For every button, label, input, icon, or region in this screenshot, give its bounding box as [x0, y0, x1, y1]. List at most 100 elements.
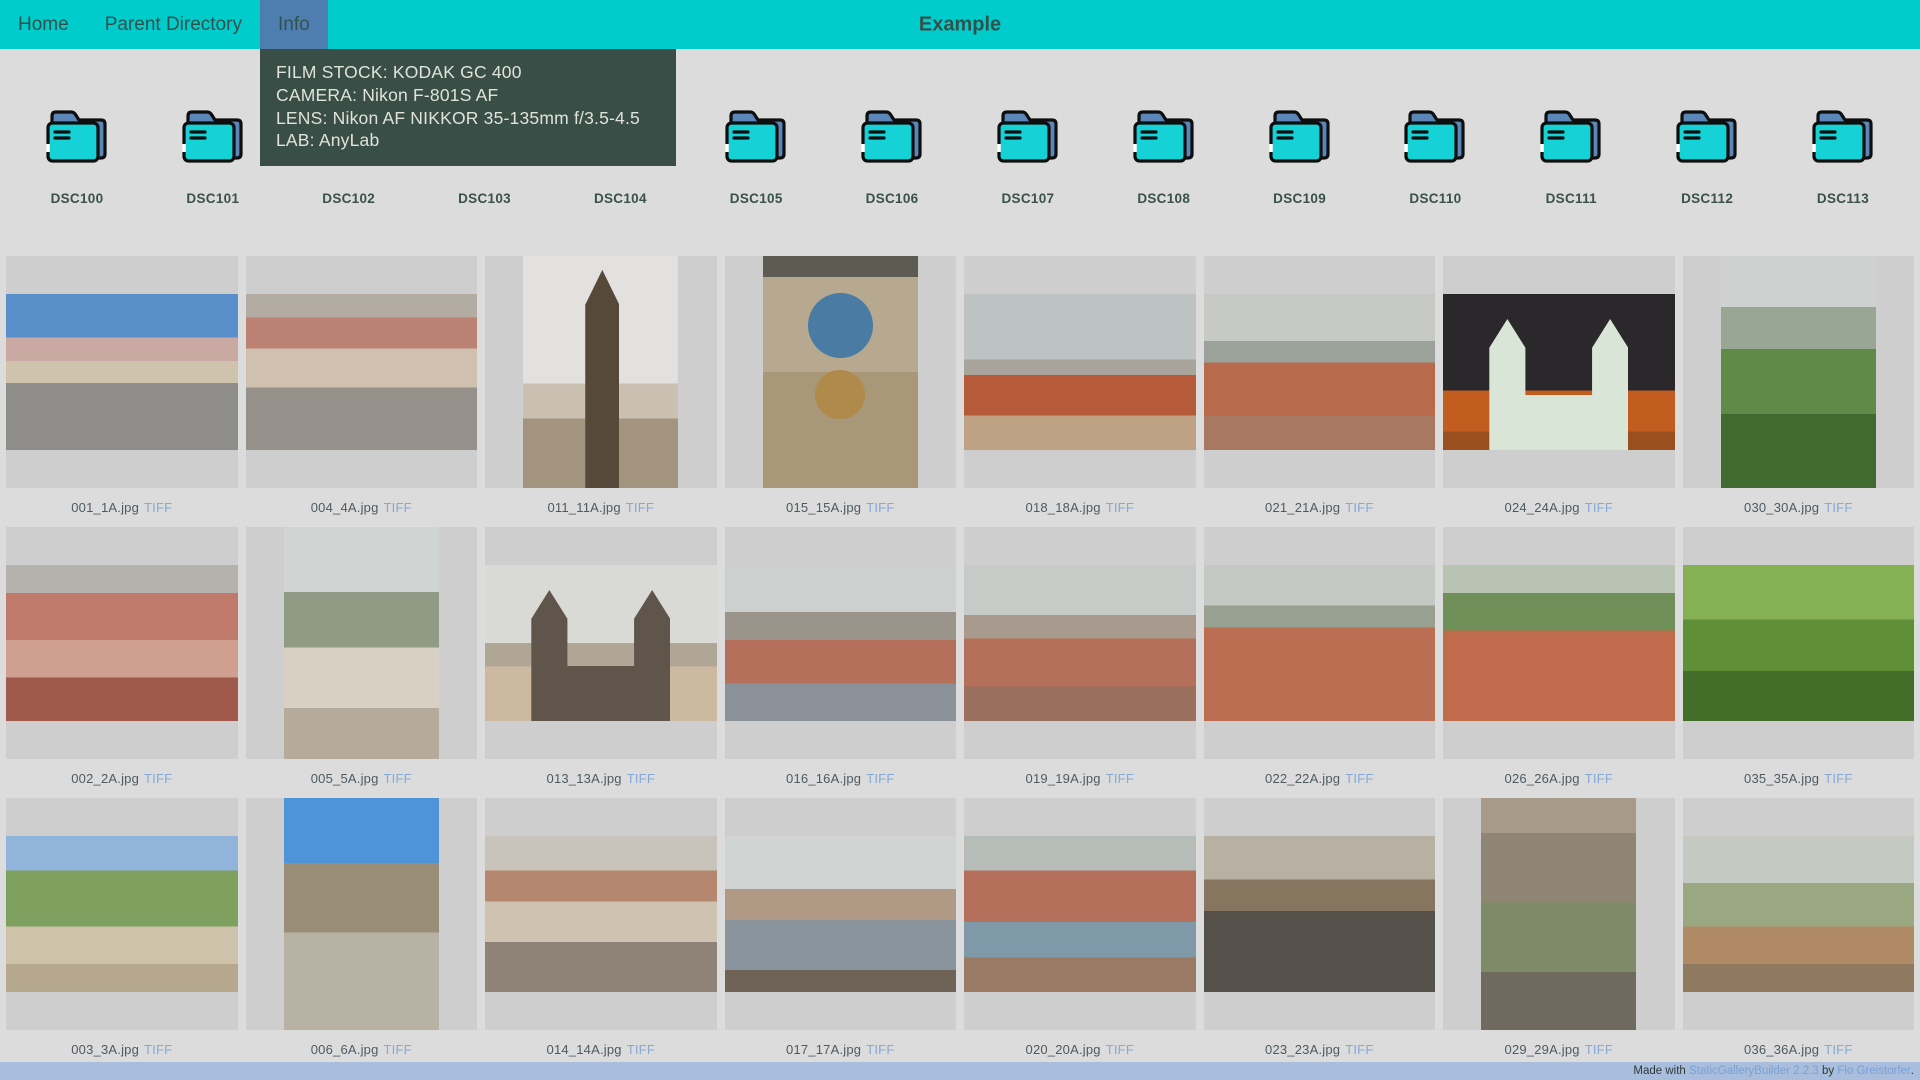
folder-label: DSC103 [458, 191, 511, 206]
photo-thumbnail-035_35a[interactable] [1683, 565, 1915, 721]
photo-cell: 018_18A.jpg TIFF [964, 256, 1196, 527]
info-line: FILM STOCK: KODAK GC 400 [276, 61, 660, 84]
top-nav: HomeParent DirectoryInfo Example [0, 0, 1920, 49]
tiff-link[interactable]: TIFF [144, 500, 172, 515]
folder-item-dsc113[interactable]: DSC113 [1806, 107, 1880, 206]
folder-item-dsc112[interactable]: DSC112 [1670, 107, 1744, 206]
photo-thumbnail-015_15a[interactable] [763, 256, 918, 488]
photo-thumbnail-022_22a[interactable] [1204, 565, 1436, 721]
photo-filename: 015_15A.jpg [786, 500, 861, 515]
photo-thumbnail-013_13a[interactable] [485, 565, 717, 721]
info-dropdown-panel: FILM STOCK: KODAK GC 400CAMERA: Nikon F-… [260, 49, 676, 166]
nav-item-home[interactable]: Home [0, 0, 87, 49]
photo-thumbnail-002_2a[interactable] [6, 565, 238, 721]
tiff-link[interactable]: TIFF [384, 1042, 412, 1057]
photo-thumbnail-011_11a[interactable] [523, 256, 678, 488]
photo-caption: 030_30A.jpg TIFF [1683, 488, 1915, 527]
folder-item-dsc107[interactable]: DSC107 [991, 107, 1065, 206]
photo-tile [485, 527, 717, 759]
photo-thumbnail-018_18a[interactable] [964, 294, 1196, 450]
folder-icon [1267, 107, 1333, 165]
photo-filename: 003_3A.jpg [71, 1042, 139, 1057]
photo-thumbnail-001_1a[interactable] [6, 294, 238, 450]
tiff-link[interactable]: TIFF [1345, 771, 1373, 786]
tiff-link[interactable]: TIFF [1106, 1042, 1134, 1057]
photo-thumbnail-026_26a[interactable] [1443, 565, 1675, 721]
photo-filename: 024_24A.jpg [1505, 500, 1580, 515]
photo-thumbnail-016_16a[interactable] [725, 565, 957, 721]
tiff-link[interactable]: TIFF [1824, 771, 1852, 786]
tiff-link[interactable]: TIFF [627, 1042, 655, 1057]
photo-thumbnail-036_36a[interactable] [1683, 836, 1915, 992]
tiff-link[interactable]: TIFF [1345, 1042, 1373, 1057]
photo-tile [1683, 798, 1915, 1030]
nav-item-parent-directory[interactable]: Parent Directory [87, 0, 260, 49]
photo-thumbnail-005_5a[interactable] [284, 527, 439, 759]
footer-text-prefix: Made with [1633, 1065, 1689, 1077]
photo-thumbnail-020_20a[interactable] [964, 836, 1196, 992]
tiff-link[interactable]: TIFF [866, 500, 894, 515]
tiff-link[interactable]: TIFF [1585, 771, 1613, 786]
tiff-link[interactable]: TIFF [1824, 1042, 1852, 1057]
folder-label: DSC106 [866, 191, 919, 206]
photo-thumbnail-006_6a[interactable] [284, 798, 439, 1030]
photo-cell: 014_14A.jpg TIFF [485, 798, 717, 1069]
photo-thumbnail-021_21a[interactable] [1204, 294, 1436, 450]
folder-item-dsc108[interactable]: DSC108 [1127, 107, 1201, 206]
photo-caption: 018_18A.jpg TIFF [964, 488, 1196, 527]
photo-filename: 013_13A.jpg [547, 771, 622, 786]
photo-filename: 004_4A.jpg [311, 500, 379, 515]
photo-caption: 026_26A.jpg TIFF [1443, 759, 1675, 798]
tiff-link[interactable]: TIFF [866, 1042, 894, 1057]
photo-cell: 035_35A.jpg TIFF [1683, 527, 1915, 798]
photo-filename: 006_6A.jpg [311, 1042, 379, 1057]
folder-item-dsc111[interactable]: DSC111 [1534, 107, 1608, 206]
photo-tile [725, 256, 957, 488]
tiff-link[interactable]: TIFF [627, 771, 655, 786]
tiff-link[interactable]: TIFF [144, 771, 172, 786]
folder-item-dsc105[interactable]: DSC105 [719, 107, 793, 206]
tiff-link[interactable]: TIFF [1585, 500, 1613, 515]
photo-cell: 003_3A.jpg TIFF [6, 798, 238, 1069]
tiff-link[interactable]: TIFF [1106, 771, 1134, 786]
photo-cell: 022_22A.jpg TIFF [1204, 527, 1436, 798]
tiff-link[interactable]: TIFF [144, 1042, 172, 1057]
tiff-link[interactable]: TIFF [1585, 1042, 1613, 1057]
photo-caption: 016_16A.jpg TIFF [725, 759, 957, 798]
photo-caption: 004_4A.jpg TIFF [246, 488, 478, 527]
photo-filename: 021_21A.jpg [1265, 500, 1340, 515]
tiff-link[interactable]: TIFF [1106, 500, 1134, 515]
photo-thumbnail-030_30a[interactable] [1721, 256, 1876, 488]
photo-thumbnail-023_23a[interactable] [1204, 836, 1436, 992]
photo-cell: 029_29A.jpg TIFF [1443, 798, 1675, 1069]
photo-cell: 026_26A.jpg TIFF [1443, 527, 1675, 798]
photo-thumbnail-003_3a[interactable] [6, 836, 238, 992]
folder-label: DSC110 [1409, 191, 1461, 206]
photo-grid: 001_1A.jpg TIFF 004_4A.jpg TIFF 011_11A.… [0, 256, 1920, 1069]
tiff-link[interactable]: TIFF [626, 500, 654, 515]
tiff-link[interactable]: TIFF [866, 771, 894, 786]
tiff-link[interactable]: TIFF [1824, 500, 1852, 515]
tiff-link[interactable]: TIFF [384, 771, 412, 786]
photo-thumbnail-024_24a[interactable] [1443, 294, 1675, 450]
tiff-link[interactable]: TIFF [1345, 500, 1373, 515]
photo-thumbnail-004_4a[interactable] [246, 294, 478, 450]
folder-item-dsc101[interactable]: DSC101 [176, 107, 250, 206]
tiff-link[interactable]: TIFF [384, 500, 412, 515]
photo-thumbnail-017_17a[interactable] [725, 836, 957, 992]
photo-thumbnail-014_14a[interactable] [485, 836, 717, 992]
photo-thumbnail-029_29a[interactable] [1481, 798, 1636, 1030]
photo-tile [246, 256, 478, 488]
photo-thumbnail-019_19a[interactable] [964, 565, 1196, 721]
folder-icon [1538, 107, 1604, 165]
folder-item-dsc100[interactable]: DSC100 [40, 107, 114, 206]
photo-tile [1683, 527, 1915, 759]
photo-filename: 016_16A.jpg [786, 771, 861, 786]
author-link[interactable]: Flo Greistorfer [1837, 1065, 1911, 1077]
photo-tile [964, 798, 1196, 1030]
builder-link[interactable]: StaticGalleryBuilder 2.2.3 [1689, 1065, 1819, 1077]
nav-item-info[interactable]: Info [260, 0, 328, 49]
folder-item-dsc109[interactable]: DSC109 [1263, 107, 1337, 206]
folder-item-dsc106[interactable]: DSC106 [855, 107, 929, 206]
folder-item-dsc110[interactable]: DSC110 [1398, 107, 1472, 206]
